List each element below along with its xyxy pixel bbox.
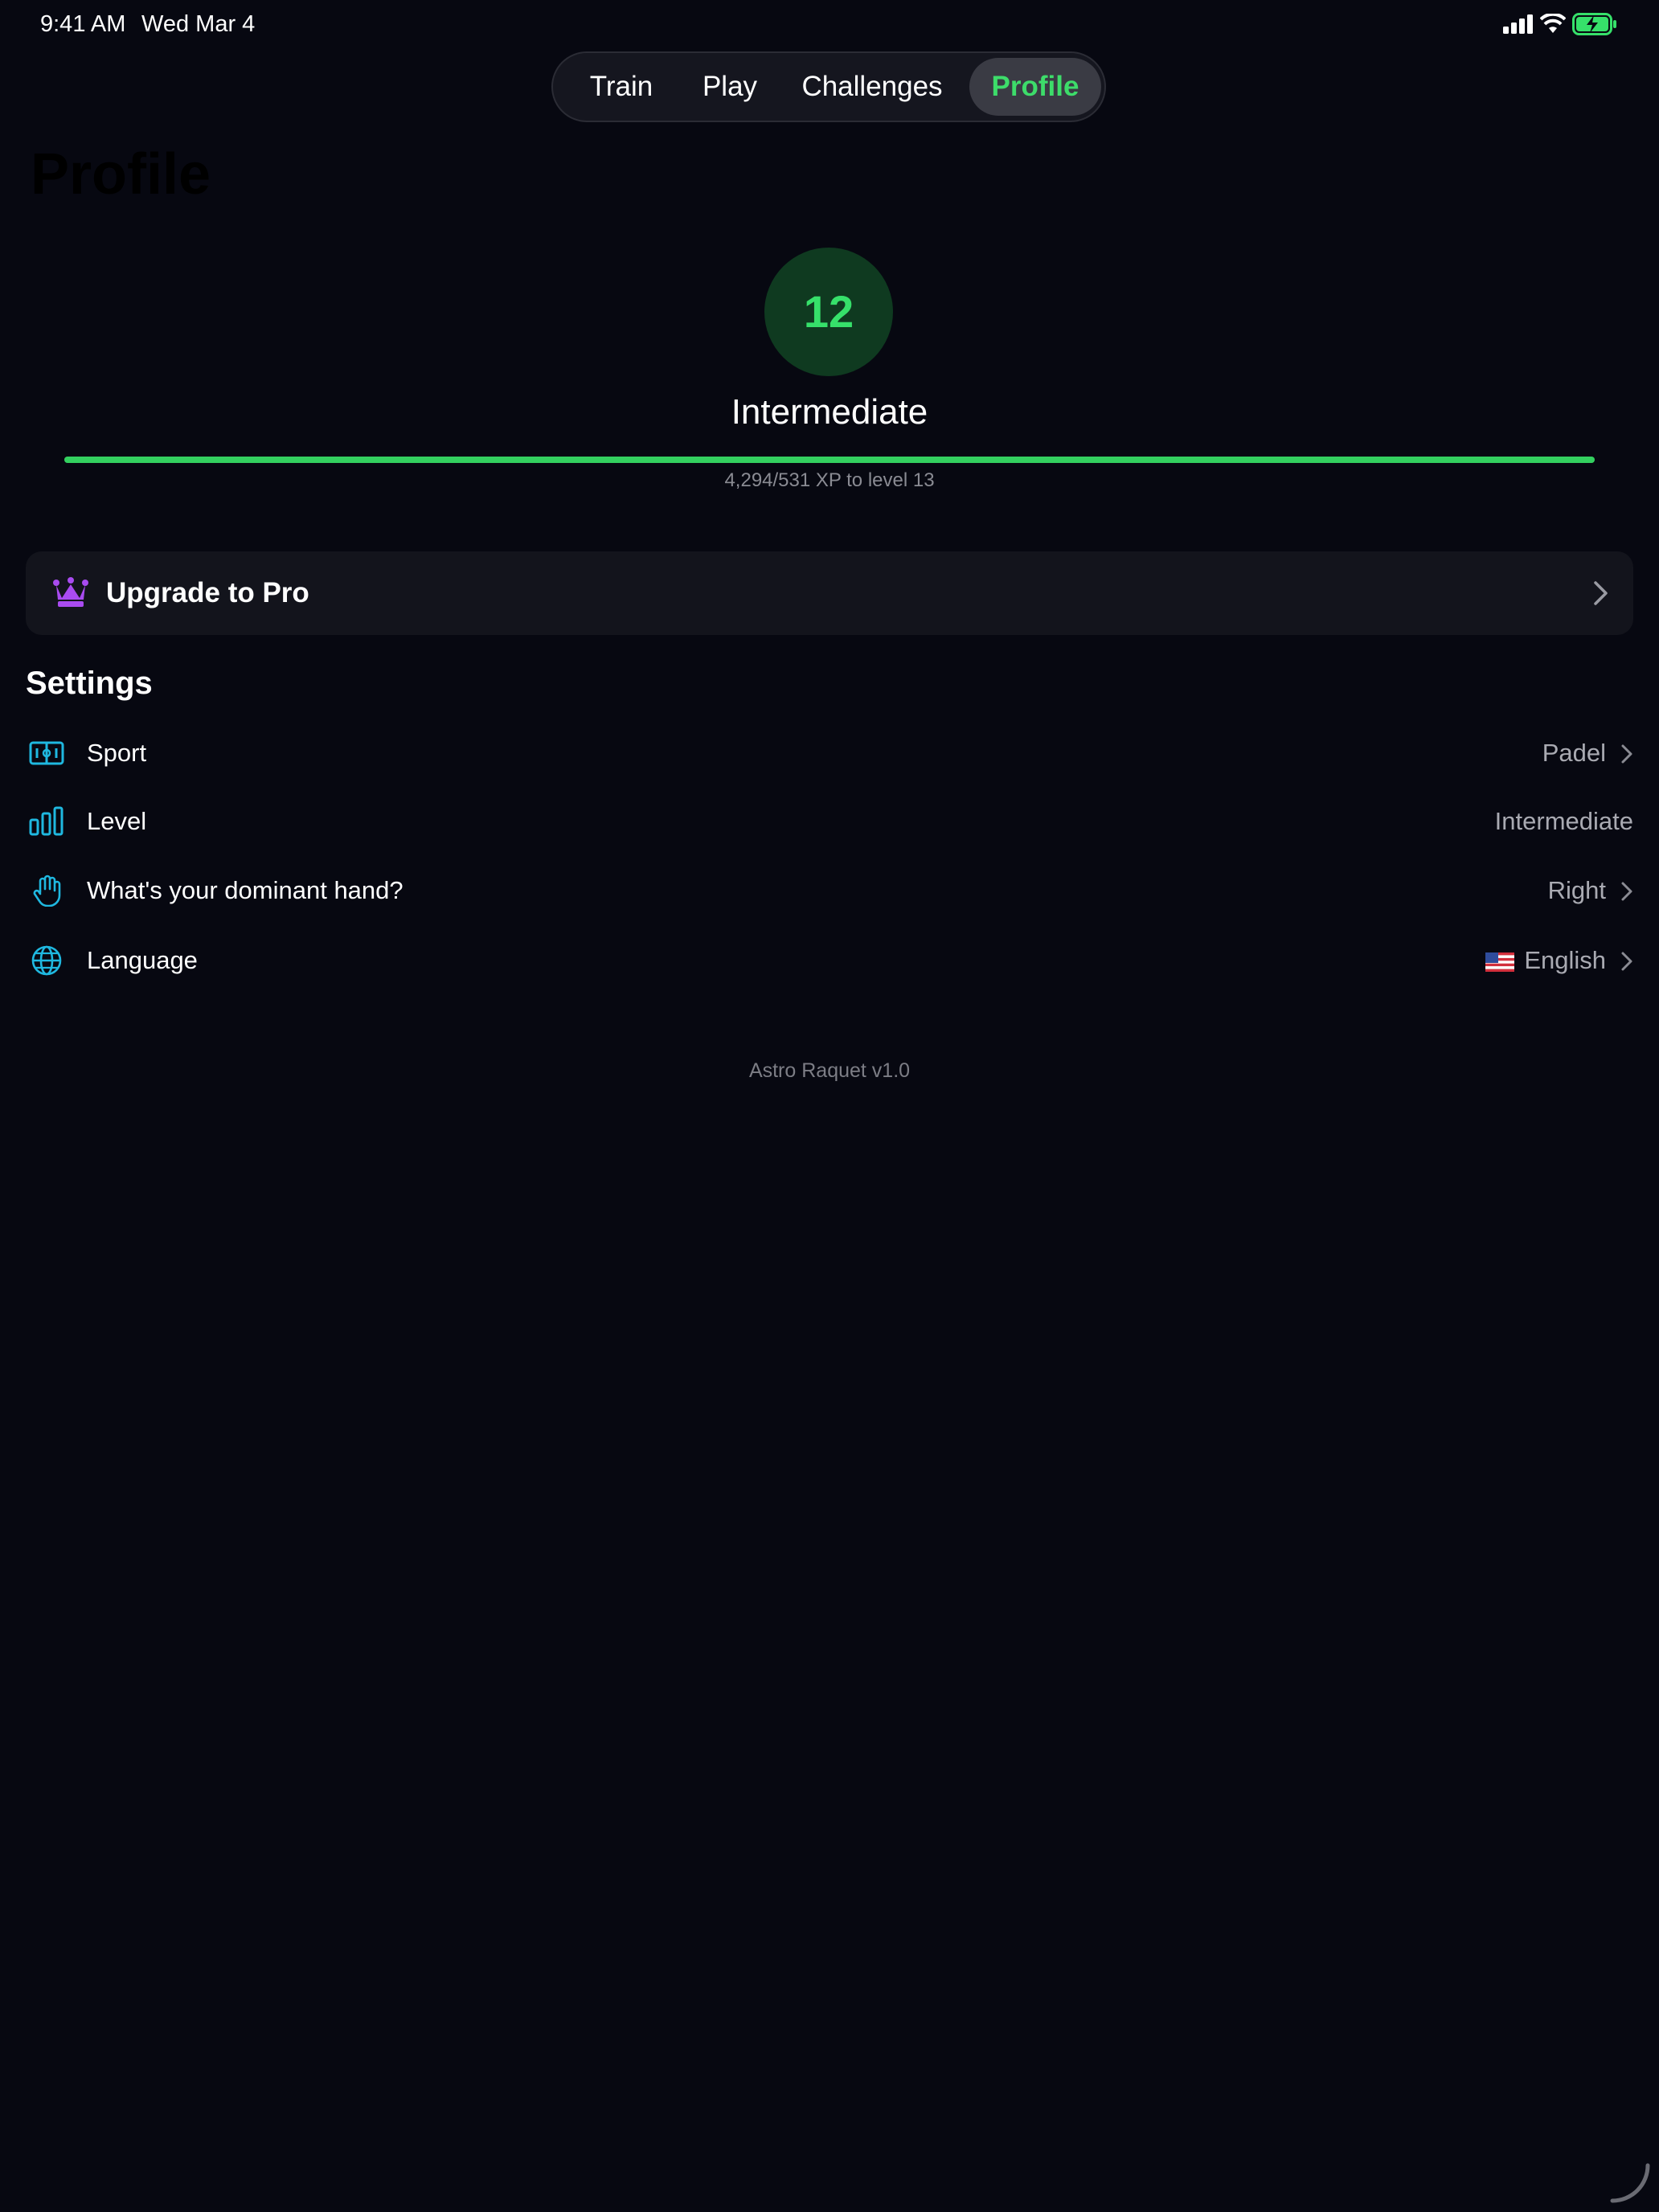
chevron-right-icon [1621,744,1632,764]
status-bar: 9:41 AM Wed Mar 4 [0,0,1659,51]
setting-row-language[interactable]: Language English [26,930,1633,991]
status-date: Wed Mar 4 [141,11,256,37]
setting-label-dominant-hand: What's your dominant hand? [87,876,403,904]
court-icon [29,741,64,765]
chevron-right-icon [1594,581,1608,605]
setting-row-dominant-hand[interactable]: What's your dominant hand? Right [26,860,1633,921]
xp-progress-text: 4,294/531 XP to level 13 [724,469,935,491]
wifi-icon [1540,14,1566,33]
chevron-right-icon [1621,882,1632,901]
setting-value-language: English [1485,930,1606,991]
level-badge: 12 [764,248,893,376]
setting-value-dominant-hand: Right [1547,876,1606,904]
top-tab-bar: Train Play Challenges Profile [551,51,1106,122]
setting-value-level: Intermediate [1494,807,1633,835]
setting-label-sport: Sport [87,739,147,767]
level-number: 12 [803,286,854,337]
us-flag-icon [1485,952,1515,972]
tab-profile[interactable]: Profile [969,58,1101,116]
crown-icon [53,577,88,607]
bar-levels-icon [29,806,63,836]
xp-progress-fill [64,457,1595,463]
language-value-text: English [1524,946,1606,974]
globe-icon [31,945,62,976]
page-title: Profile [31,142,211,207]
resize-handle-icon[interactable] [1608,2161,1653,2206]
setting-value-sport: Padel [1542,739,1606,767]
tab-train[interactable]: Train [569,58,674,116]
xp-progress-bar [64,457,1595,463]
hand-icon [33,875,61,907]
setting-label-language: Language [87,946,198,974]
cellular-signal-icon [1503,14,1533,34]
upgrade-to-pro-button[interactable]: Upgrade to Pro [26,551,1633,635]
setting-row-level[interactable]: Level Intermediate [26,791,1633,852]
level-name: Intermediate [731,392,928,432]
settings-heading: Settings [26,666,153,701]
setting-label-level: Level [87,807,147,835]
status-icons [1503,13,1617,35]
profile-screen: 9:41 AM Wed Mar 4 Train Play Challenges … [0,0,1659,2212]
upgrade-label: Upgrade to Pro [106,577,309,608]
app-version: Astro Raquet v1.0 [748,1059,911,1082]
setting-row-sport[interactable]: Sport Padel [26,723,1633,784]
tab-challenges[interactable]: Challenges [788,58,956,116]
battery-charging-icon [1572,13,1616,35]
tab-play[interactable]: Play [682,58,778,116]
status-time: 9:41 AM [40,11,126,37]
chevron-right-icon [1621,952,1632,971]
